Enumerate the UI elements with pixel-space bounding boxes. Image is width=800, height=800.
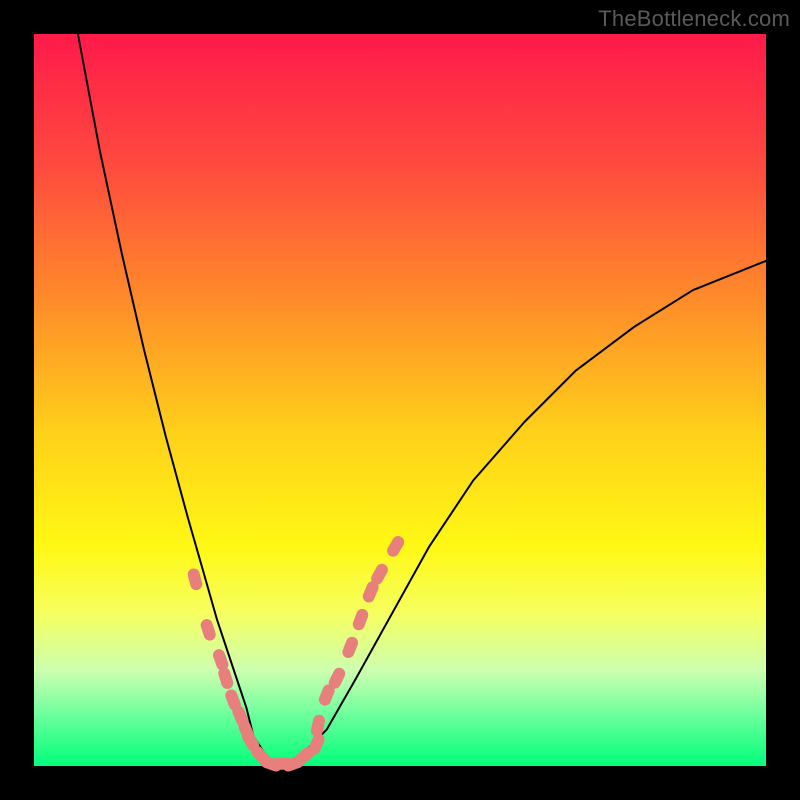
marker-point	[351, 607, 370, 632]
marker-point	[385, 534, 406, 559]
marker-point	[310, 714, 326, 738]
chart-svg	[34, 34, 766, 766]
marker-point	[186, 567, 203, 591]
marker-point	[341, 635, 360, 660]
marker-group	[186, 534, 406, 773]
watermark-text: TheBottleneck.com	[598, 6, 790, 32]
bottleneck-curve	[78, 34, 766, 762]
marker-point	[199, 617, 217, 642]
chart-frame: TheBottleneck.com	[0, 0, 800, 800]
plot-area	[34, 34, 766, 766]
